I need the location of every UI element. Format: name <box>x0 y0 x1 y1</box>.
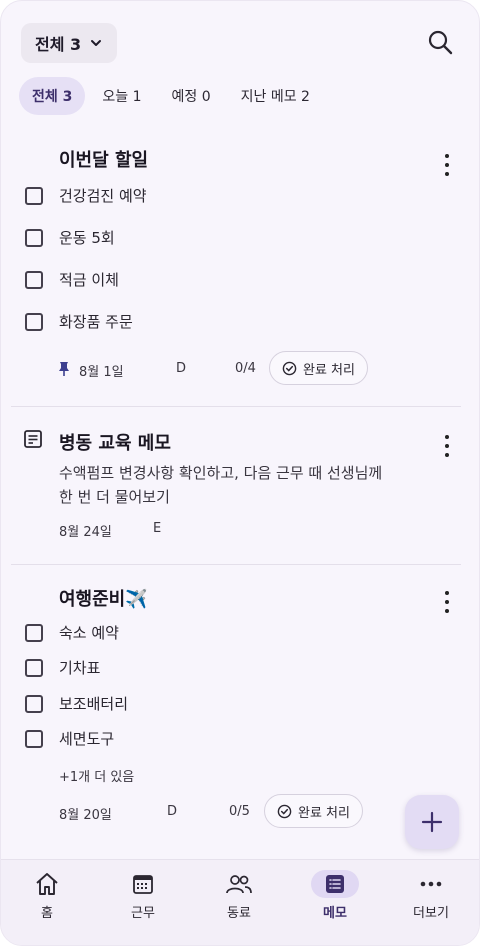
nav-label: 근무 <box>131 906 155 921</box>
header: 전체 3 <box>1 1 479 71</box>
card-date: 8월 20일 <box>59 808 112 823</box>
more-horiz-icon <box>420 881 442 887</box>
nav-label: 메모 <box>323 906 347 921</box>
checklist-item[interactable]: 기차표 <box>25 657 100 678</box>
checkbox[interactable] <box>25 312 43 331</box>
note-icon <box>24 430 42 448</box>
memo-list-icon <box>326 875 344 893</box>
checkbox[interactable] <box>25 729 43 748</box>
checklist-item[interactable]: 세면도구 <box>25 728 114 749</box>
more-vert-icon[interactable] <box>443 591 451 613</box>
app-frame: 전체 3 전체 3 오늘 1 예정 0 지난 메모 2 이번달 할일 건강검진 … <box>0 0 480 946</box>
more-items-count: +1개 더 있음 <box>59 770 135 785</box>
checklist-item-label: 운동 5회 <box>59 229 115 247</box>
checklist-item-label: 숙소 예약 <box>59 624 119 642</box>
tab-today[interactable]: 오늘 1 <box>89 77 154 115</box>
nav-label: 홈 <box>41 906 53 921</box>
checkbox[interactable] <box>25 694 43 713</box>
more-vert-icon[interactable] <box>443 435 451 457</box>
checkbox[interactable] <box>25 186 43 205</box>
checklist-item-label: 세면도구 <box>59 730 115 748</box>
card-divider <box>11 564 461 565</box>
checkbox[interactable] <box>25 623 43 642</box>
tab-all[interactable]: 전체 3 <box>19 77 86 115</box>
calendar-icon <box>133 875 153 894</box>
checklist-progress: 0/4 <box>235 361 256 376</box>
nav-item-memo[interactable]: 메모 <box>287 870 383 921</box>
note-body: 수액펌프 변경사항 확인하고, 다음 근무 때 선생님께 한 번 더 물어보기 <box>59 461 409 509</box>
checklist-item[interactable]: 숙소 예약 <box>25 622 119 643</box>
nav-item-home[interactable]: 홈 <box>1 870 95 921</box>
filter-tabs: 전체 3 오늘 1 예정 0 지난 메모 2 <box>19 77 323 115</box>
card-title: 이번달 할일 <box>59 150 149 171</box>
plus-icon <box>421 811 443 833</box>
checkbox[interactable] <box>25 658 43 677</box>
nav-item-more[interactable]: 더보기 <box>383 870 479 921</box>
shift-code: D <box>176 361 187 376</box>
checkbox[interactable] <box>25 270 43 289</box>
note-body-line: 수액펌프 변경사항 확인하고, 다음 근무 때 선생님께 <box>59 464 383 482</box>
mark-done-label: 완료 처리 <box>298 805 350 821</box>
checklist-item[interactable]: 화장품 주문 <box>25 311 133 332</box>
search-icon[interactable] <box>427 29 453 55</box>
checklist-item[interactable]: 건강검진 예약 <box>25 185 147 206</box>
checklist-item-label: 보조배터리 <box>59 695 129 713</box>
note-body-line: 한 번 더 물어보기 <box>59 488 170 506</box>
bottom-navigation: 홈 근무 동료 메모 더보기 <box>1 859 479 945</box>
checkbox[interactable] <box>25 228 43 247</box>
home-icon <box>36 873 58 895</box>
filter-dropdown[interactable]: 전체 3 <box>21 23 118 63</box>
pin-icon <box>59 362 69 376</box>
card-divider <box>11 406 461 407</box>
check-circle-icon <box>277 804 292 818</box>
tab-upcoming[interactable]: 예정 0 <box>159 77 224 115</box>
checklist-item-label: 화장품 주문 <box>59 313 133 331</box>
checklist-item[interactable]: 보조배터리 <box>25 693 128 714</box>
mark-done-label: 완료 처리 <box>303 362 355 378</box>
filter-dropdown-label: 전체 3 <box>35 35 82 54</box>
nav-item-shift[interactable]: 근무 <box>95 870 191 921</box>
shift-code: D <box>167 804 178 819</box>
checklist-item-label: 적금 이체 <box>59 271 119 289</box>
nav-label: 더보기 <box>413 906 449 921</box>
checklist-item-label: 건강검진 예약 <box>59 187 147 205</box>
card-date: 8월 24일 <box>59 525 112 540</box>
shift-code: E <box>153 521 162 536</box>
card-title: 여행준비✈️ <box>59 589 148 610</box>
checklist-item[interactable]: 적금 이체 <box>25 269 119 290</box>
mark-done-button[interactable]: 완료 처리 <box>264 794 363 828</box>
tab-past-memo[interactable]: 지난 메모 2 <box>228 77 323 115</box>
more-vert-icon[interactable] <box>443 154 451 176</box>
people-icon <box>226 875 252 894</box>
check-circle-icon <box>282 361 297 375</box>
checklist-progress: 0/5 <box>229 804 250 819</box>
add-memo-button[interactable] <box>405 795 459 849</box>
card-title: 병동 교육 메모 <box>59 433 171 454</box>
mark-done-button[interactable]: 완료 처리 <box>269 351 368 385</box>
nav-label: 동료 <box>227 906 251 921</box>
card-date: 8월 1일 <box>79 365 124 380</box>
checklist-item[interactable]: 운동 5회 <box>25 227 115 248</box>
nav-item-colleagues[interactable]: 동료 <box>191 870 287 921</box>
checklist-item-label: 기차표 <box>59 659 101 677</box>
chevron-down-icon <box>91 40 102 46</box>
